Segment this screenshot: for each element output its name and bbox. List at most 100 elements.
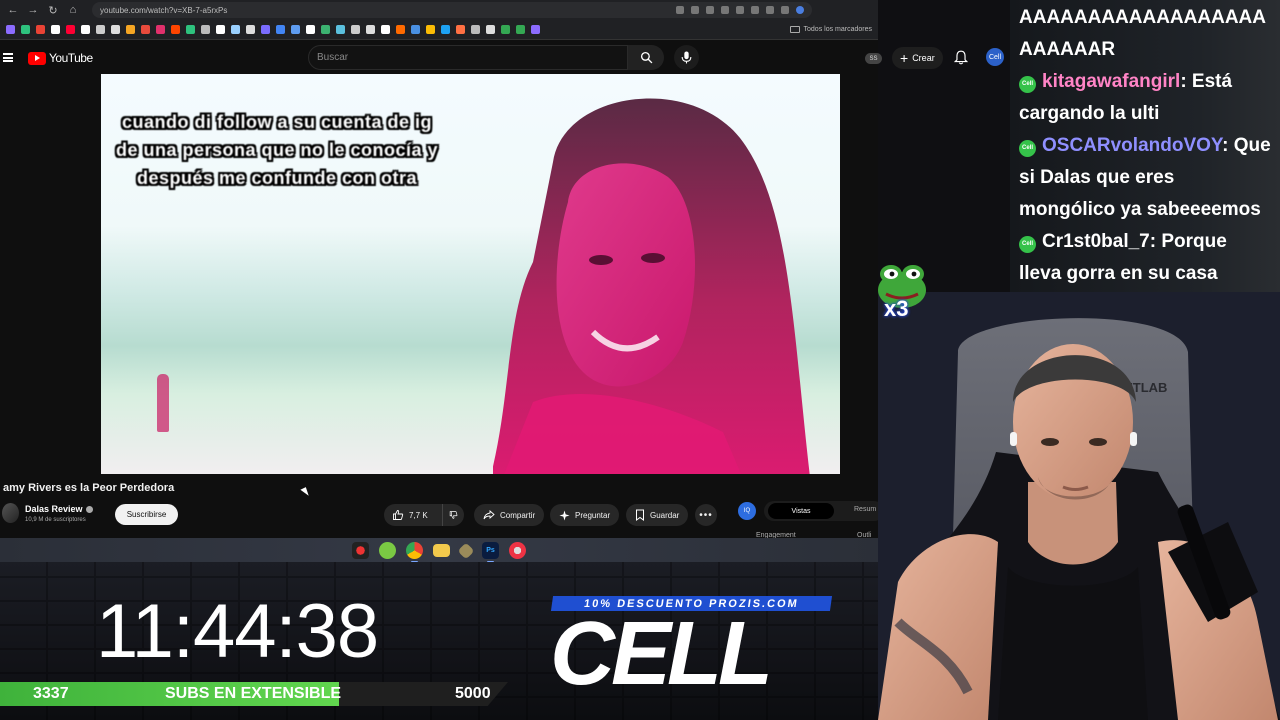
bookmark-item[interactable] — [276, 25, 285, 34]
bookmark-item[interactable] — [126, 25, 135, 34]
folder-icon[interactable] — [433, 544, 450, 557]
url-text: youtube.com/watch?v=XB-7-a5rxPs — [100, 5, 228, 15]
bookmark-item[interactable] — [51, 25, 60, 34]
bookmark-item[interactable] — [366, 25, 375, 34]
bookmark-item[interactable] — [381, 25, 390, 34]
bookmark-item[interactable] — [231, 25, 240, 34]
bookmark-item[interactable] — [156, 25, 165, 34]
bookmark-item[interactable] — [21, 25, 30, 34]
channel-avatar[interactable] — [2, 503, 19, 523]
bookmark-item[interactable] — [96, 25, 105, 34]
save-label: Guardar — [650, 510, 680, 520]
bookmark-item[interactable] — [201, 25, 210, 34]
voice-search-button[interactable] — [674, 45, 699, 70]
like-button[interactable]: 7,7 K — [384, 504, 442, 526]
bell-icon[interactable] — [954, 50, 968, 65]
more-actions-button[interactable]: ••• — [695, 504, 717, 526]
back-icon[interactable]: ← — [6, 4, 20, 16]
frog-emote-icon: x3 — [872, 256, 932, 328]
brand-logo: CELL — [550, 604, 773, 704]
bookmark-item[interactable] — [441, 25, 450, 34]
subscribe-button[interactable]: Suscribirse — [115, 504, 178, 525]
extension-icon[interactable] — [721, 6, 729, 14]
bookmark-item[interactable] — [186, 25, 195, 34]
bookmark-item[interactable] — [456, 25, 465, 34]
channel-name[interactable]: Dalas Review — [25, 504, 93, 514]
extension-icon[interactable] — [736, 6, 744, 14]
analytics-extension-logo[interactable]: IQ — [738, 502, 756, 520]
taskbar-app-icon[interactable] — [509, 542, 526, 559]
create-label: Crear — [912, 53, 935, 63]
bookmark-item[interactable] — [396, 25, 405, 34]
bookmark-item[interactable] — [411, 25, 420, 34]
video-frame-background-figure — [157, 374, 169, 432]
share-button[interactable]: Compartir — [474, 504, 545, 526]
analytics-tabs: Vistas Resum — [764, 501, 884, 521]
bookmark-item[interactable] — [486, 25, 495, 34]
photoshop-icon[interactable]: Ps — [482, 542, 499, 563]
address-bar[interactable]: youtube.com/watch?v=XB-7-a5rxPs — [92, 2, 812, 18]
extensions-menu-icon[interactable] — [766, 6, 774, 14]
extension-icon[interactable] — [751, 6, 759, 14]
bookmark-item[interactable] — [471, 25, 480, 34]
bookmark-item[interactable] — [516, 25, 525, 34]
youtube-header: YouTube Buscar — [0, 41, 878, 75]
bookmark-item[interactable] — [216, 25, 225, 34]
bookmark-item[interactable] — [321, 25, 330, 34]
bookmark-item[interactable] — [246, 25, 255, 34]
share-page-icon[interactable] — [691, 6, 699, 14]
bookmark-item[interactable] — [306, 25, 315, 34]
reload-icon[interactable]: ↻ — [46, 4, 60, 17]
bookmark-item[interactable] — [336, 25, 345, 34]
profile-icon[interactable] — [796, 6, 804, 14]
menu-icon[interactable] — [3, 53, 13, 62]
tab-summary[interactable]: Resum — [854, 506, 876, 513]
bookmark-item[interactable] — [111, 25, 120, 34]
avatar[interactable]: Cell — [986, 48, 1004, 66]
search-input[interactable]: Buscar — [308, 45, 628, 70]
bookmark-item[interactable] — [531, 25, 540, 34]
verified-icon — [85, 505, 93, 513]
home-icon[interactable]: ⌂ — [66, 4, 80, 16]
emote-multiplier: x3 — [884, 296, 909, 321]
ask-button[interactable]: Preguntar — [550, 504, 620, 526]
bookmark-item[interactable] — [81, 25, 90, 34]
subs-goal-count: 5000 — [455, 685, 491, 702]
bookmark-item[interactable] — [501, 25, 510, 34]
video-caption: cuando di follow a su cuenta de ig de un… — [115, 112, 439, 188]
search-button[interactable] — [628, 45, 664, 70]
chat-username: OSCARvolandoVOY — [1042, 135, 1223, 156]
chat-overlay: AAAAAAAAAAAAAAAAAAAAAAAAR Cell kitagawafa… — [1010, 0, 1280, 292]
dislike-button[interactable] — [442, 504, 464, 526]
subs-current-count: 3337 — [33, 685, 69, 702]
bookmark-item[interactable] — [426, 25, 435, 34]
bookmark-item[interactable] — [291, 25, 300, 34]
video-player[interactable]: cuando di follow a su cuenta de ig de un… — [101, 74, 840, 474]
youtube-play-icon — [28, 51, 46, 65]
create-button[interactable]: + Crear — [892, 47, 943, 69]
youtube-logo[interactable]: YouTube — [28, 51, 93, 65]
bookmark-item[interactable] — [351, 25, 360, 34]
bookmark-icon — [636, 509, 644, 521]
bookmark-item[interactable] — [261, 25, 270, 34]
video-frame-person — [493, 98, 810, 474]
taskbar-app-icon[interactable] — [457, 542, 475, 559]
star-icon[interactable] — [706, 6, 714, 14]
taskbar-app-icon[interactable] — [379, 542, 396, 559]
sidebar-icon[interactable] — [781, 6, 789, 14]
all-bookmarks-folder[interactable]: Todos los marcadores — [789, 26, 872, 33]
save-button[interactable]: Guardar — [626, 504, 689, 526]
bookmark-item[interactable] — [66, 25, 75, 34]
webcam-scene: SECRETLAB — [878, 292, 1280, 720]
bookmark-item[interactable] — [36, 25, 45, 34]
forward-icon[interactable]: → — [26, 4, 40, 16]
bookmark-item[interactable] — [6, 25, 15, 34]
ss-badge[interactable]: SS — [865, 53, 882, 64]
bookmark-item[interactable] — [141, 25, 150, 34]
webcam-feed: SECRETLAB — [878, 292, 1280, 720]
tab-views[interactable]: Vistas — [768, 503, 834, 519]
chrome-icon[interactable] — [406, 542, 423, 563]
zoom-icon[interactable] — [676, 6, 684, 14]
taskbar-app-icon[interactable] — [352, 542, 369, 559]
bookmark-item[interactable] — [171, 25, 180, 34]
